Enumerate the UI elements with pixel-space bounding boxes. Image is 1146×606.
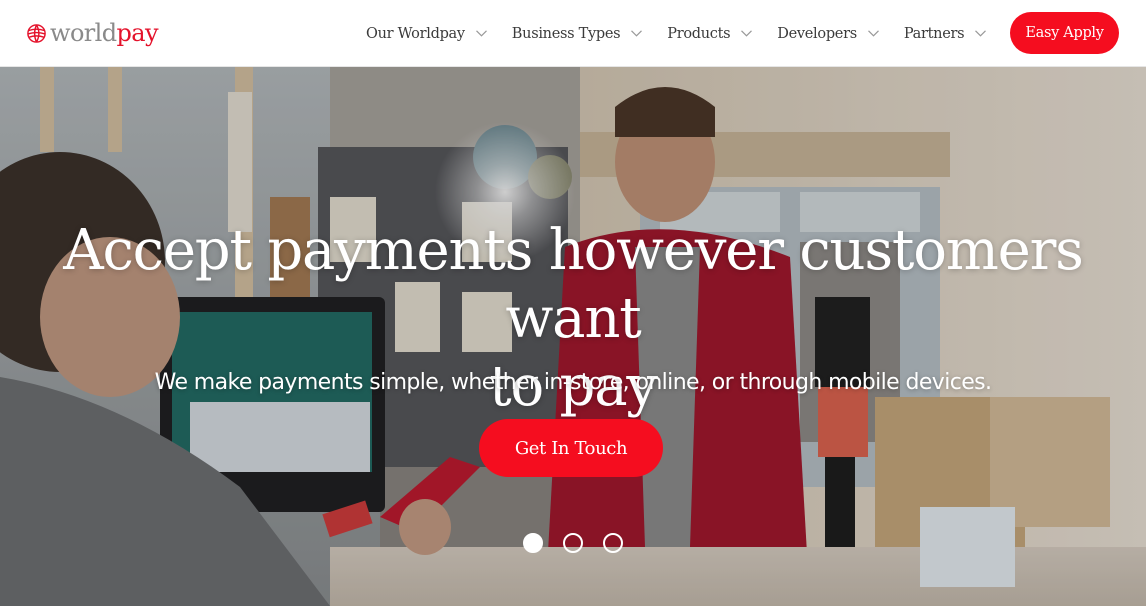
easy-apply-button[interactable]: Easy Apply	[1010, 12, 1119, 54]
carousel-dot-1[interactable]	[523, 533, 543, 553]
carousel-dot-2[interactable]	[563, 533, 583, 553]
main-nav: Our Worldpay Business Types Products Dev…	[366, 0, 1063, 67]
logo-pay-text: pay	[116, 19, 159, 47]
chevron-down-icon	[975, 30, 987, 37]
nav-item-label: Business Types	[511, 25, 621, 42]
hero-subtitle: We make payments simple, whether in-stor…	[154, 370, 992, 395]
chevron-down-icon	[741, 30, 753, 37]
worldpay-logo[interactable]: worldpay	[26, 19, 159, 47]
chevron-down-icon	[867, 30, 879, 37]
logo-world-text: world	[50, 19, 117, 47]
nav-item-developers[interactable]: Developers	[777, 26, 879, 42]
nav-item-products[interactable]: Products	[667, 25, 753, 42]
chevron-down-icon	[631, 30, 643, 37]
nav-item-label: Products	[667, 25, 731, 42]
site-header: worldpay Our Worldpay Business Types Pro…	[0, 0, 1146, 67]
hero-title-line-1: Accept payments however customers want	[63, 218, 1084, 351]
carousel-indicators	[523, 533, 643, 553]
nav-item-label: Our Worldpay	[366, 25, 465, 42]
get-in-touch-button[interactable]: Get In Touch	[479, 419, 663, 477]
nav-item-our-worldpay[interactable]: Our Worldpay	[366, 26, 487, 42]
globe-icon	[27, 23, 46, 43]
chevron-down-icon	[475, 30, 487, 37]
nav-item-partners[interactable]: Partners	[903, 25, 987, 42]
nav-item-label: Partners	[903, 25, 965, 42]
logo-wordmark: worldpay	[50, 19, 159, 47]
nav-item-business-types[interactable]: Business Types	[511, 25, 643, 42]
carousel-dot-3[interactable]	[603, 533, 623, 553]
nav-item-label: Developers	[777, 25, 857, 42]
hero-banner: Accept payments however customers want t…	[0, 67, 1146, 606]
